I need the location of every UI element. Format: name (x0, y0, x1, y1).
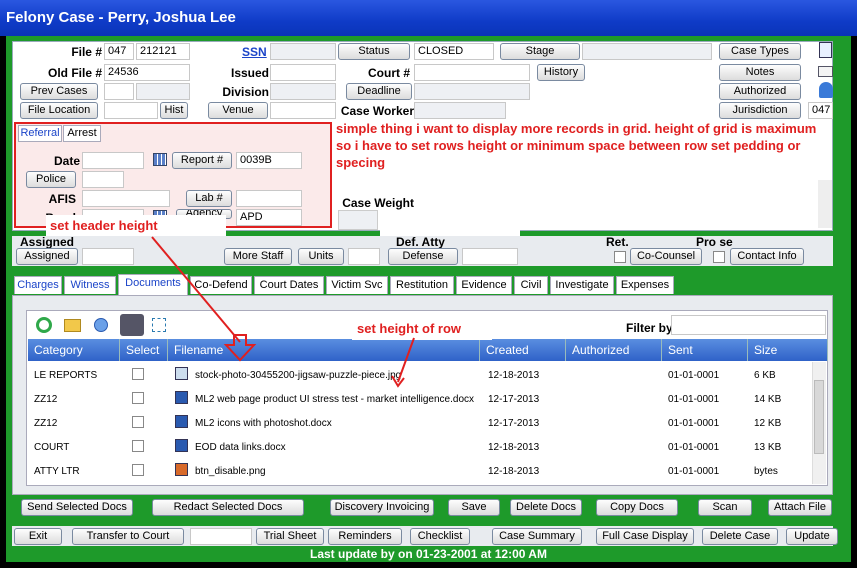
delete-docs-button[interactable]: Delete Docs (510, 499, 582, 516)
checklist-button[interactable]: Checklist (410, 528, 470, 545)
update-button[interactable]: Update (786, 528, 838, 545)
attach-file-button[interactable]: Attach File (768, 499, 832, 516)
footer-field[interactable] (190, 528, 252, 545)
down-arrow-icon (223, 334, 257, 362)
scan-button[interactable]: Scan (698, 499, 752, 516)
reminders-button[interactable]: Reminders (328, 528, 402, 545)
save-button[interactable]: Save (448, 499, 500, 516)
discovery-invoicing-button[interactable]: Discovery Invoicing (330, 499, 434, 516)
header-arrow-line (151, 236, 241, 343)
row-arrow-line (397, 337, 415, 383)
delete-case-button[interactable]: Delete Case (702, 528, 778, 545)
status-text: Last update by on 01-23-2001 at 12:00 AM (310, 547, 547, 561)
annotation-arrows (151, 236, 415, 388)
send-selected-docs-button[interactable]: Send Selected Docs (21, 499, 133, 516)
redact-selected-docs-button[interactable]: Redact Selected Docs (152, 499, 304, 516)
copy-docs-button[interactable]: Copy Docs (596, 499, 678, 516)
transfer-to-court-button[interactable]: Transfer to Court (72, 528, 184, 545)
full-case-display-button[interactable]: Full Case Display (596, 528, 694, 545)
case-summary-button[interactable]: Case Summary (492, 528, 582, 545)
exit-button[interactable]: Exit (14, 528, 62, 545)
trial-sheet-button[interactable]: Trial Sheet (256, 528, 324, 545)
